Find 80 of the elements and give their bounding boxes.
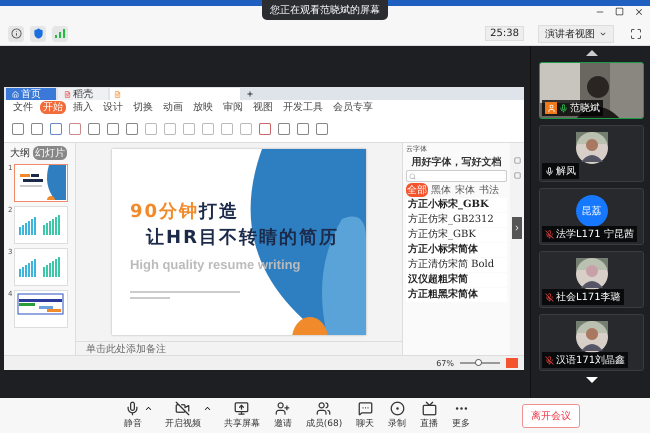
maximize-icon[interactable] xyxy=(615,7,624,16)
microphone-icon xyxy=(125,401,140,416)
chat-icon xyxy=(358,401,373,416)
toolbar-button[interactable]: 聊天 xyxy=(354,401,376,430)
search-field[interactable] xyxy=(406,170,507,182)
pane-tab[interactable]: 幻灯片 xyxy=(33,146,67,160)
menu-tab[interactable]: 开发工具 xyxy=(280,101,326,114)
meeting-timer: 25:38 xyxy=(485,26,524,41)
menu-tab[interactable]: 放映 xyxy=(190,101,216,114)
slide-thumbnail[interactable] xyxy=(14,164,68,202)
collapse-tab[interactable] xyxy=(512,217,522,239)
font-item[interactable]: 方正仿宋_GBK xyxy=(406,228,507,242)
record-icon xyxy=(390,401,405,416)
menu-tab[interactable]: 文件 xyxy=(10,101,36,114)
banner-text: 您正在观看范晓斌的屏幕 xyxy=(270,4,380,17)
participant-tile[interactable]: 汉语171刘晶鑫 xyxy=(539,314,644,371)
participant-tile[interactable]: 昆荔 法学L171 宁昆茜 xyxy=(539,188,644,245)
participant-tile[interactable]: 社会L171李璐 xyxy=(539,251,644,308)
view-button[interactable]: 演讲者视图 xyxy=(538,24,614,42)
font-item[interactable]: 方正清仿宋简 Bold xyxy=(406,258,507,272)
toolbar-button[interactable]: 成员(68) xyxy=(304,401,344,430)
toolbar-button[interactable]: 更多 xyxy=(450,401,472,430)
info-button[interactable] xyxy=(8,26,24,42)
tv-icon xyxy=(422,401,437,416)
leave-button[interactable]: 离开会议 xyxy=(522,404,580,428)
people-icon xyxy=(316,401,332,416)
panel-icon[interactable] xyxy=(514,172,520,179)
add-person-icon xyxy=(275,401,290,416)
chevron-right-icon xyxy=(513,224,521,232)
filter-tab[interactable]: 黑体 xyxy=(430,183,452,197)
caret-icon[interactable] xyxy=(202,404,212,413)
participant-tile[interactable]: 范晓斌 xyxy=(539,62,644,119)
scroll-up-icon[interactable] xyxy=(586,50,598,56)
filter-tab[interactable]: 书法 xyxy=(478,183,500,197)
toolbar-button[interactable]: 开启视频 xyxy=(162,401,203,430)
screen-share-icon xyxy=(234,401,250,416)
document-icon xyxy=(64,90,71,98)
new-tab-icon[interactable] xyxy=(246,90,254,98)
participant-name: 社会L171李璐 xyxy=(556,290,621,304)
menu-tab[interactable]: 视图 xyxy=(250,101,276,114)
participant-name: 法学L171 宁昆茜 xyxy=(556,228,634,241)
pane-tab[interactable]: 大纲 xyxy=(8,146,32,160)
slide-title: 90分钟打造 xyxy=(130,200,240,223)
toolbar-button[interactable]: 直播 xyxy=(418,401,440,430)
participant-name: 范晓斌 xyxy=(570,102,600,115)
panel-title: 用好字体，写好文档 xyxy=(410,155,502,169)
toolbar-button[interactable]: 静音 xyxy=(122,401,144,430)
document-icon xyxy=(114,90,121,98)
menu-tab[interactable]: 审阅 xyxy=(220,101,246,114)
menu-tab[interactable]: 设计 xyxy=(100,101,126,114)
participant-name: 解凤 xyxy=(556,165,576,178)
font-item[interactable]: 方正仿宋_GB2312 xyxy=(406,213,507,227)
search-icon xyxy=(409,172,416,180)
document-tab[interactable]: 稻壳 xyxy=(58,88,108,100)
font-item[interactable]: 方正小标宋简体 xyxy=(406,243,507,257)
filter-tab[interactable]: 宋体 xyxy=(454,183,476,197)
fullscreen-icon[interactable] xyxy=(630,28,642,40)
font-item[interactable]: 方正粗黑宋简体 xyxy=(406,288,507,302)
menu-tab[interactable]: 切换 xyxy=(130,101,156,114)
home-icon xyxy=(12,90,19,98)
toolbar-button[interactable]: 录制 xyxy=(386,401,408,430)
zoom-level: 67% xyxy=(436,358,454,368)
menu-tab[interactable]: 会员专享 xyxy=(330,101,376,114)
panel-icon[interactable] xyxy=(514,157,520,164)
zoom-slider[interactable] xyxy=(475,359,482,366)
menu-tab[interactable]: 插入 xyxy=(70,101,96,114)
menu-tab[interactable]: 动画 xyxy=(160,101,186,114)
scroll-down-icon[interactable] xyxy=(586,377,598,383)
toolbar-button[interactable]: 共享屏幕 xyxy=(222,401,262,430)
document-tab[interactable]: 首页 xyxy=(6,88,56,100)
camera-off-icon xyxy=(175,401,190,416)
participant-name: 汉语171刘晶鑫 xyxy=(556,354,626,367)
font-item[interactable]: 方正小标宋_GBK xyxy=(406,198,507,212)
caret-icon[interactable] xyxy=(144,404,153,413)
participant-tile[interactable]: 解凤 xyxy=(539,125,644,182)
shield-button[interactable] xyxy=(30,26,46,42)
font-item[interactable]: 汉仪超粗宋简 xyxy=(406,273,507,287)
toolbar-button[interactable]: 邀请 xyxy=(272,401,294,430)
close-icon[interactable] xyxy=(634,7,644,17)
avatar: 昆荔 xyxy=(576,194,608,226)
